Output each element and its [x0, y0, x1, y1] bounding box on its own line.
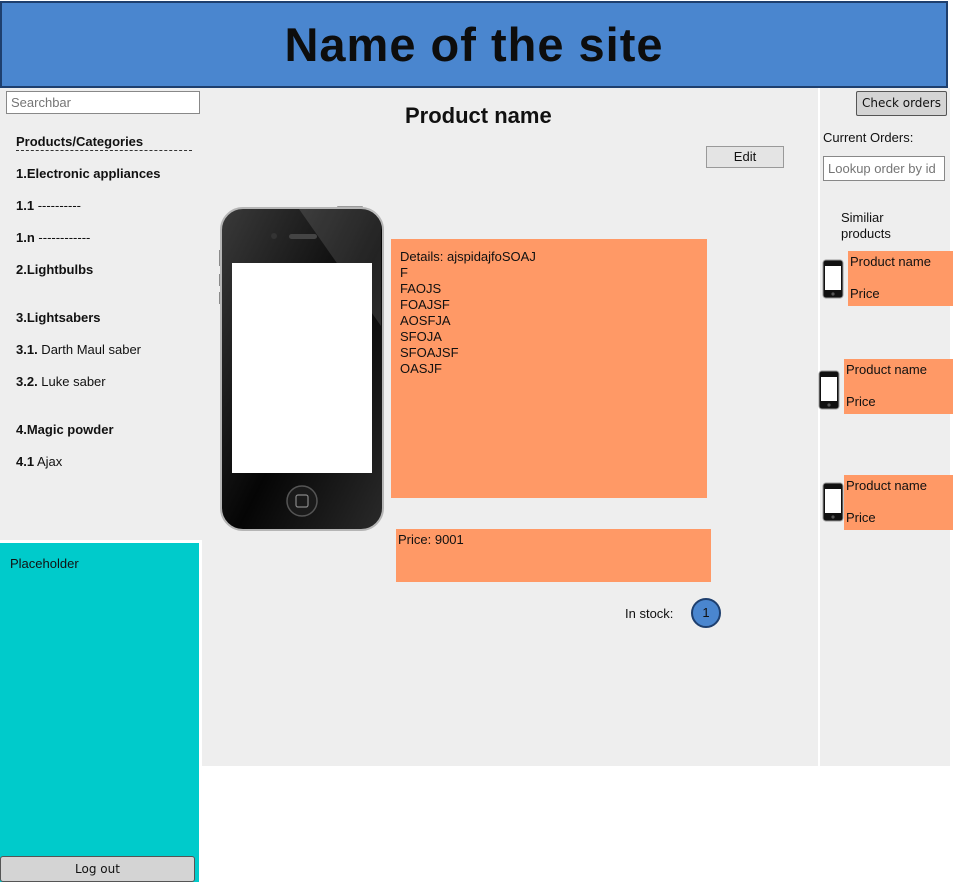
category-item[interactable]: 1.1 ----------: [16, 198, 81, 213]
product-title: Product name: [405, 103, 552, 128]
placeholder-label: Placeholder: [10, 556, 79, 571]
details-line: OASJF: [400, 361, 442, 376]
categories-divider: [16, 150, 192, 151]
search-input[interactable]: [6, 91, 200, 114]
similar-products-label: Similiar products: [841, 210, 891, 241]
details-line: SFOJA: [400, 329, 442, 344]
category-item[interactable]: 1.Electronic appliances: [16, 166, 161, 181]
logout-button[interactable]: Log out: [0, 856, 195, 882]
category-item[interactable]: 4.Magic powder: [16, 422, 114, 437]
stock-count-badge: 1: [691, 598, 721, 628]
details-line: FAOJS: [400, 281, 442, 296]
details-line: SFOAJSF: [400, 345, 459, 360]
site-name: Name of the site: [284, 18, 664, 71]
similar-product-name: Product name: [846, 478, 927, 493]
order-lookup-input[interactable]: [823, 156, 945, 181]
check-orders-button[interactable]: Check orders: [856, 91, 947, 116]
categories-heading: Products/Categories: [16, 134, 144, 149]
product-price: Price: 9001: [398, 532, 464, 547]
similar-product-thumbnail[interactable]: [822, 482, 844, 522]
similar-product-name: Product name: [850, 254, 931, 269]
site-header: Name of the site: [0, 1, 948, 88]
category-item[interactable]: 4.1 Ajax: [16, 454, 62, 469]
category-item[interactable]: 3.Lightsabers: [16, 310, 101, 325]
similar-product-thumbnail[interactable]: [818, 370, 840, 410]
details-line: AOSFJA: [400, 313, 451, 328]
similar-product-name: Product name: [846, 362, 927, 377]
details-line: FOAJSF: [400, 297, 450, 312]
category-item[interactable]: 3.2. Luke saber: [16, 374, 106, 389]
category-item[interactable]: 3.1. Darth Maul saber: [16, 342, 141, 357]
stock-label: In stock:: [625, 606, 674, 621]
edit-button[interactable]: Edit: [706, 146, 784, 168]
similar-product-price: Price: [846, 510, 876, 525]
current-orders-label: Current Orders:: [823, 130, 914, 145]
product-details: Details: ajspidajfoSOAJ F FAOJS FOAJSF A…: [400, 249, 536, 377]
category-item[interactable]: 1.n ------------: [16, 230, 90, 245]
details-line: Details: ajspidajfoSOAJ: [400, 249, 536, 264]
details-line: F: [400, 265, 408, 280]
category-item[interactable]: 2.Lightbulbs: [16, 262, 93, 277]
similar-product-price: Price: [850, 286, 880, 301]
placeholder-panel: [0, 543, 199, 882]
product-image: [219, 206, 384, 531]
orders-panel: [820, 88, 950, 766]
similar-product-thumbnail[interactable]: [822, 259, 844, 299]
similar-product-price: Price: [846, 394, 876, 409]
